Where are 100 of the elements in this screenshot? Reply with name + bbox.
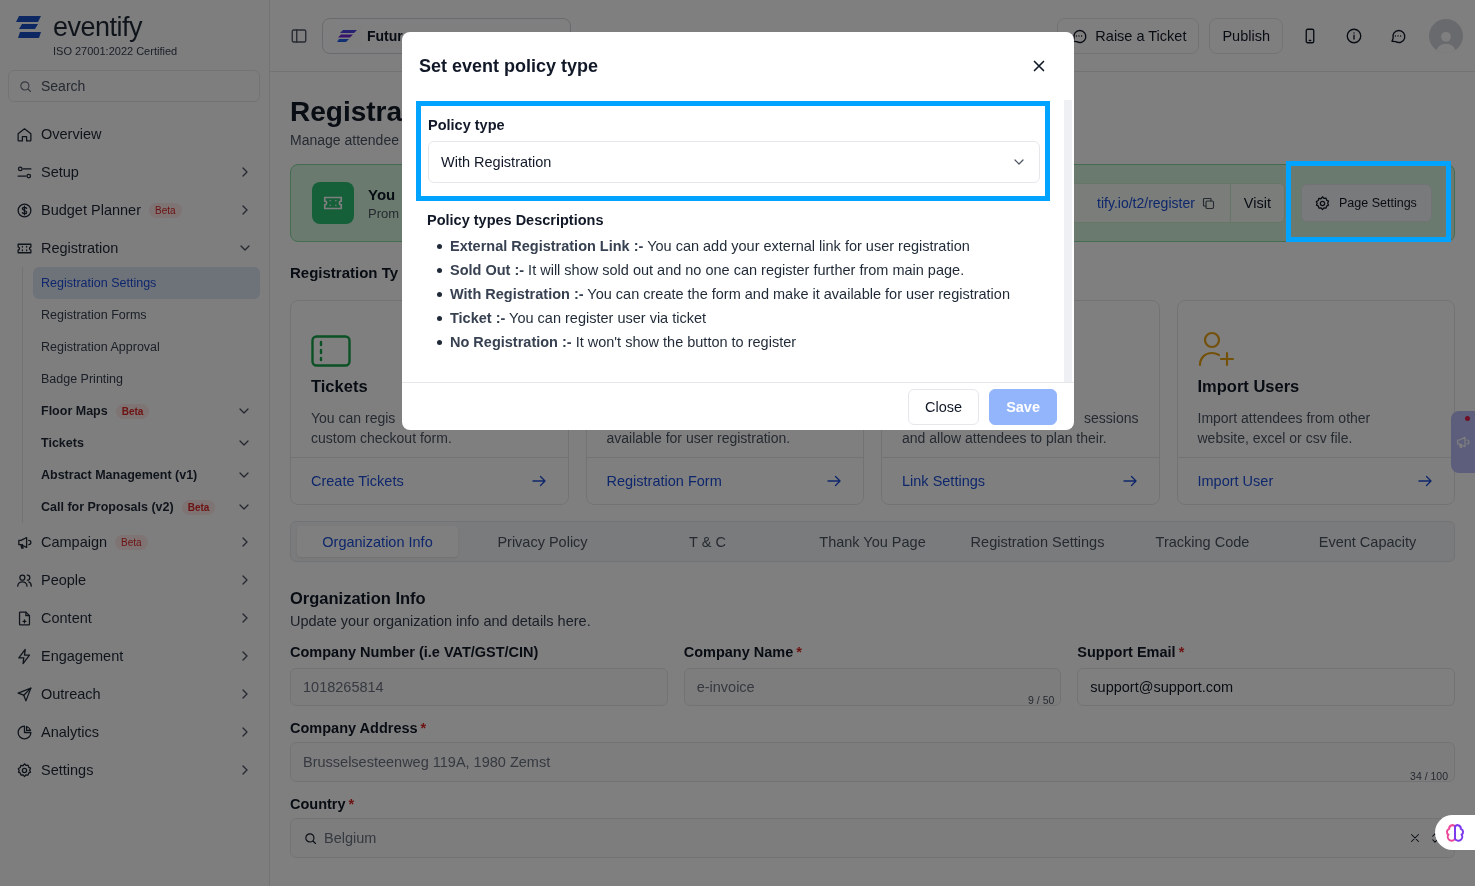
- document-icon: [16, 609, 33, 627]
- tab[interactable]: Organization Info: [297, 526, 458, 557]
- field-label: Policy type: [428, 116, 506, 134]
- card-action-link[interactable]: Import User: [1177, 458, 1454, 504]
- beta-badge: Beta: [148, 202, 182, 218]
- home-icon: [16, 125, 33, 143]
- dollar-icon: [16, 201, 33, 219]
- registration-link[interactable]: tify.io/t2/register: [1097, 195, 1195, 211]
- sidebar-subitem[interactable]: Registration Forms: [33, 299, 260, 331]
- sidebar-item[interactable]: Settings: [0, 751, 269, 789]
- publish-button[interactable]: Publish: [1209, 17, 1283, 54]
- sidebar-item[interactable]: Setup: [0, 153, 269, 191]
- sidebar-subitem[interactable]: Call for Proposals (v2) Beta: [33, 491, 260, 523]
- tab[interactable]: Tracking Code: [1122, 526, 1283, 557]
- close-button[interactable]: Close: [908, 388, 980, 425]
- card-description: sessions: [1084, 409, 1139, 428]
- sidebar-item[interactable]: Analytics: [0, 713, 269, 751]
- send-icon: [16, 685, 33, 703]
- sidebar-item-label: Content: [41, 610, 92, 626]
- banner-subtitle: Prom: [368, 205, 400, 221]
- required-mark: *: [1178, 644, 1185, 660]
- sidebar-toggle-icon: [290, 26, 308, 45]
- settings-icon: [16, 761, 33, 779]
- sidebar-subitem[interactable]: Abstract Management (v1): [33, 459, 260, 491]
- field-label: Company Name: [683, 644, 794, 660]
- field-label: Company Number (i.e VAT/GST/CIN): [290, 644, 539, 660]
- bullet-icon: [437, 291, 442, 297]
- sidebar-item-label: Budget Planner: [41, 202, 141, 218]
- sidebar-subitem-label: Call for Proposals (v2): [41, 500, 174, 514]
- required-mark: *: [420, 720, 427, 736]
- field-label: Company Address: [290, 720, 418, 736]
- sidebar-item[interactable]: Budget Planner Beta: [0, 191, 269, 229]
- card-action-link[interactable]: Link Settings: [882, 458, 1159, 504]
- page-subtitle: Manage attendee: [290, 132, 399, 148]
- sidebar-item-label: People: [41, 572, 87, 588]
- sidebar-subitem[interactable]: Tickets: [33, 427, 260, 459]
- bullet-icon: [437, 267, 442, 273]
- sidebar-item-label: Overview: [41, 126, 102, 142]
- raise-ticket-button[interactable]: Raise a Ticket: [1057, 17, 1200, 54]
- beta-badge: Beta: [115, 403, 150, 419]
- sidebar-item-label: Settings: [41, 762, 94, 778]
- sidebar-subitem-label: Floor Maps: [41, 404, 108, 418]
- page-settings-button[interactable]: Page Settings: [1301, 184, 1432, 222]
- sidebar-subitem-label: Tickets: [41, 436, 84, 450]
- card-description: custom checkout form.: [311, 429, 452, 448]
- section-title: Registration Ty: [290, 264, 399, 281]
- sidebar-item-label: Setup: [41, 164, 79, 180]
- visit-button[interactable]: Visit: [1229, 184, 1284, 222]
- beta-badge: Beta: [115, 534, 148, 550]
- sidebar-subitem[interactable]: Badge Printing: [33, 363, 260, 395]
- tab[interactable]: Registration Settings: [957, 526, 1118, 557]
- sidebar-item-label: Campaign: [41, 534, 108, 550]
- sidebar-item-label: Outreach: [41, 686, 101, 702]
- assistant-button[interactable]: [1435, 815, 1475, 850]
- section-title: Organization Info: [290, 589, 426, 608]
- character-counter: 34 / 100: [1410, 770, 1448, 782]
- tab[interactable]: Event Capacity: [1287, 526, 1448, 557]
- banner-title: You: [368, 185, 397, 203]
- lightning-icon: [16, 647, 33, 665]
- text-field[interactable]: support@support.com: [1077, 668, 1455, 706]
- sidebar-item[interactable]: Outreach: [0, 675, 269, 713]
- sidebar-subitem-label: Abstract Management (v1): [41, 468, 198, 482]
- megaphone-icon: [1455, 434, 1471, 450]
- card-title: Tickets: [311, 377, 369, 396]
- card-description: You can regis: [311, 409, 396, 428]
- required-mark: *: [796, 644, 802, 660]
- sidebar-item[interactable]: Registration: [0, 229, 269, 267]
- pie-chart-icon: [16, 723, 33, 741]
- descriptions-title: Policy types Descriptions: [427, 212, 605, 228]
- sidebar-subitem[interactable]: Floor Maps Beta: [33, 395, 260, 427]
- sidebar-subitem[interactable]: Registration Approval: [33, 331, 260, 363]
- sidebar-item[interactable]: Overview: [0, 115, 269, 153]
- card-description: Import attendees from other: [1197, 409, 1371, 428]
- tab[interactable]: T & C: [627, 526, 788, 557]
- event-logo-icon: [337, 29, 357, 42]
- tab[interactable]: Thank You Page: [792, 526, 953, 557]
- scrollbar[interactable]: [1064, 100, 1072, 382]
- sidebar-item-label: Engagement: [41, 648, 124, 664]
- sidebar-subitem-label: Badge Printing: [41, 372, 123, 386]
- add-user-icon: [1197, 331, 1236, 367]
- field-label: Support Email: [1077, 644, 1176, 660]
- beta-badge: Beta: [181, 499, 216, 515]
- sidebar-item[interactable]: People: [0, 561, 269, 599]
- sidebar-item[interactable]: Campaign Beta: [0, 523, 269, 561]
- policy-type-select[interactable]: With Registration: [428, 141, 1040, 183]
- description-item: Sold Out :- It will show sold out and no one can register further from main page.: [450, 262, 965, 278]
- feedback-tab[interactable]: [1451, 411, 1475, 473]
- card-action-link[interactable]: Create Tickets: [291, 458, 568, 504]
- description-item: Ticket :- You can register user via ticket: [450, 310, 707, 326]
- search-field[interactable]: Search: [8, 70, 260, 102]
- card-action-link[interactable]: Registration Form: [586, 458, 863, 504]
- search-icon: [18, 79, 33, 94]
- sidebar-subitem-label: Registration Approval: [41, 340, 160, 354]
- sidebar-item[interactable]: Content: [0, 599, 269, 637]
- ticket-icon: [312, 182, 354, 224]
- sidebar-subitem[interactable]: Registration Settings: [33, 267, 260, 299]
- copy-icon: [1200, 195, 1216, 211]
- bullet-icon: [437, 339, 442, 345]
- sidebar-item[interactable]: Engagement: [0, 637, 269, 675]
- tab[interactable]: Privacy Policy: [462, 526, 623, 557]
